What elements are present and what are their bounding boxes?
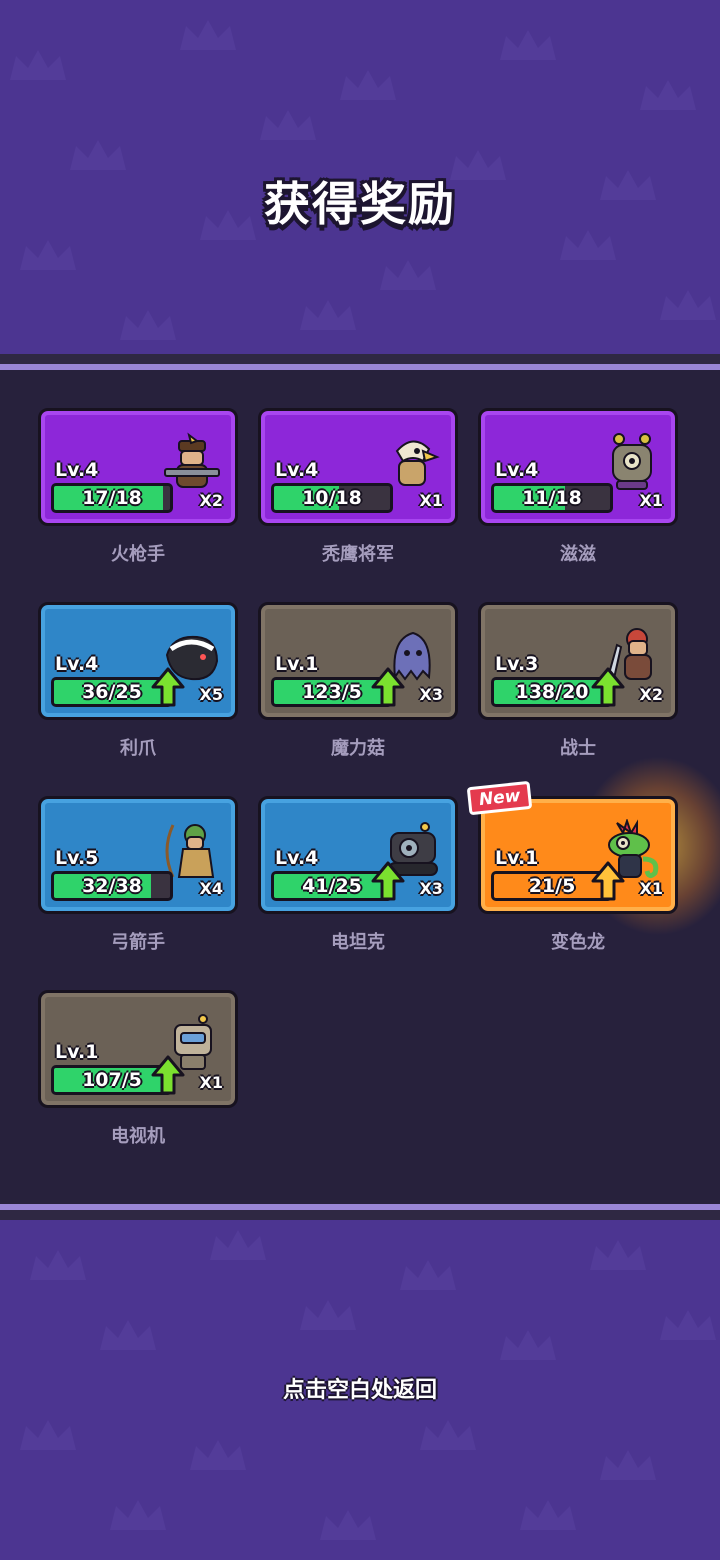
level-label: Lv.5 (55, 847, 99, 869)
reward-count: X2 (199, 491, 223, 510)
progress-bar: 32/38 (51, 871, 173, 901)
reward-card-frame: Lv.3 138/20 X2 (478, 602, 678, 720)
reward-count: X1 (639, 491, 663, 510)
upgrade-arrow-icon (371, 667, 405, 707)
reward-card[interactable]: Lv.5 32/38 X4 弓箭手 (38, 796, 242, 956)
upgrade-arrow-icon (151, 1055, 185, 1095)
level-label: Lv.4 (55, 653, 99, 675)
progress-text: 10/18 (302, 487, 362, 509)
reward-card[interactable]: Lv.1 21/5 X1 New 变色龙 (466, 756, 720, 956)
reward-count: X3 (419, 685, 443, 704)
level-label: Lv.3 (495, 653, 539, 675)
level-label: Lv.4 (275, 847, 319, 869)
hero-name: 变色龙 (551, 932, 605, 953)
hero-name: 电坦克 (331, 932, 385, 953)
reward-count: X4 (199, 879, 223, 898)
level-label: Lv.4 (495, 459, 539, 481)
reward-card[interactable]: Lv.4 17/18 X2 火枪手 (38, 408, 242, 568)
progress-text: 11/18 (522, 487, 582, 509)
hero-name: 滋滋 (560, 544, 596, 565)
reward-count: X1 (639, 879, 663, 898)
hero-name: 秃鹰将军 (322, 544, 394, 565)
reward-card[interactable]: Lv.4 36/25 X5 利爪 (38, 602, 242, 762)
reward-card-frame: Lv.4 10/18 X1 (258, 408, 458, 526)
progress-bar: 11/18 (491, 483, 613, 513)
progress-bar: 17/18 (51, 483, 173, 513)
level-label: Lv.4 (55, 459, 99, 481)
upgrade-arrow-icon (591, 667, 625, 707)
reward-card[interactable]: Lv.4 10/18 X1 秃鹰将军 (258, 408, 462, 568)
reward-card[interactable]: Lv.1 107/5 X1 电视机 (38, 990, 242, 1150)
reward-card[interactable]: Lv.4 41/25 X3 电坦克 (258, 796, 462, 956)
progress-text: 17/18 (82, 487, 142, 509)
hero-name: 魔力菇 (331, 738, 385, 759)
reward-card-frame: Lv.1 123/5 X3 (258, 602, 458, 720)
reward-card-frame: Lv.4 17/18 X2 (38, 408, 238, 526)
upgrade-arrow-icon (591, 861, 625, 901)
reward-card-frame: Lv.4 41/25 X3 (258, 796, 458, 914)
level-label: Lv.4 (275, 459, 319, 481)
reward-card[interactable]: Lv.1 123/5 X3 魔力菇 (258, 602, 462, 762)
reward-card-frame: Lv.5 32/38 X4 (38, 796, 238, 914)
level-label: Lv.1 (275, 653, 319, 675)
reward-count: X3 (419, 879, 443, 898)
tap-to-return-hint[interactable]: 点击空白处返回 (0, 1372, 720, 1404)
page-title: 获得奖励 (264, 177, 456, 231)
reward-card-frame: Lv.1 21/5 X1 (478, 796, 678, 914)
reward-card-frame: Lv.1 107/5 X1 (38, 990, 238, 1108)
reward-card-frame: Lv.4 11/18 X1 (478, 408, 678, 526)
level-label: Lv.1 (495, 847, 539, 869)
reward-count: X5 (199, 685, 223, 704)
progress-text: 32/38 (82, 875, 142, 897)
upgrade-arrow-icon (151, 667, 185, 707)
hero-name: 火枪手 (111, 544, 165, 565)
reward-card[interactable]: Lv.4 11/18 X1 滋滋 (478, 408, 682, 568)
upgrade-arrow-icon (371, 861, 405, 901)
reward-card[interactable]: Lv.3 138/20 X2 战士 (478, 602, 682, 762)
reward-count: X2 (639, 685, 663, 704)
reward-count: X1 (419, 491, 443, 510)
rewards-panel: Lv.4 17/18 X2 火枪手 Lv.4 10/18 X1 秃鹰将军 Lv.… (0, 354, 720, 1220)
reward-count: X1 (199, 1073, 223, 1092)
hero-name: 利爪 (120, 738, 156, 759)
progress-bar: 10/18 (271, 483, 393, 513)
reward-card-frame: Lv.4 36/25 X5 (38, 602, 238, 720)
hero-name: 弓箭手 (111, 932, 165, 953)
level-label: Lv.1 (55, 1041, 99, 1063)
hero-name: 电视机 (111, 1126, 165, 1147)
